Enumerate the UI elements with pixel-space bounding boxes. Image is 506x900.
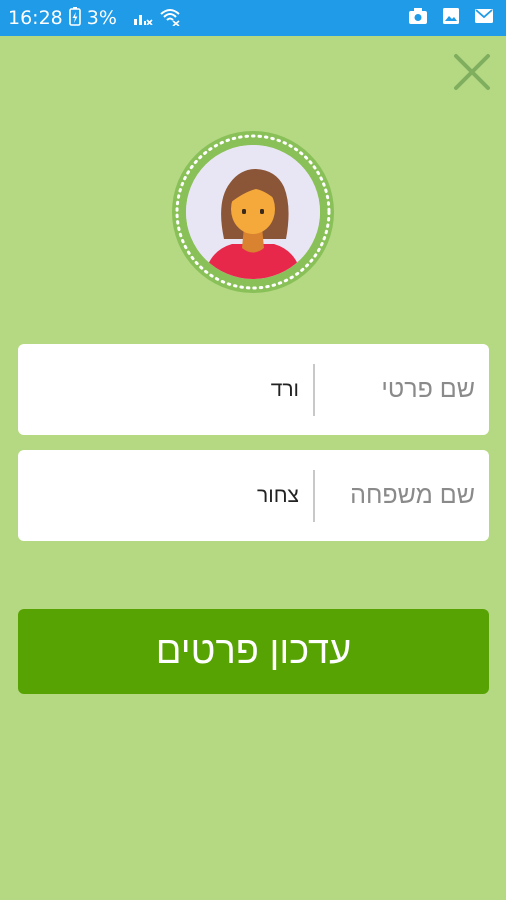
female-user-icon — [186, 145, 320, 279]
status-right — [408, 7, 494, 30]
field-divider — [313, 469, 315, 522]
charging-battery-icon — [68, 6, 81, 31]
last-name-input[interactable] — [18, 483, 313, 508]
first-name-label: שם פרטי — [381, 375, 475, 403]
update-details-button[interactable]: עדכון פרטים — [18, 609, 489, 694]
battery-percent: 3% — [86, 7, 117, 29]
last-name-label: שם משפחה — [350, 481, 475, 509]
first-name-field[interactable]: שם פרטי — [18, 344, 489, 435]
avatar[interactable] — [172, 131, 334, 293]
field-divider — [313, 363, 315, 416]
close-button[interactable] — [452, 52, 492, 92]
close-icon[interactable] — [452, 52, 492, 92]
status-bar: 16:28 3% — [0, 0, 506, 36]
mail-notification-icon — [474, 7, 494, 30]
avatar-image — [186, 145, 320, 279]
signal-icon — [133, 7, 153, 30]
status-left: 16:28 3% — [8, 6, 181, 31]
wifi-icon — [159, 6, 181, 31]
status-time: 16:28 — [8, 7, 63, 29]
camera-notification-icon — [408, 7, 428, 30]
last-name-field[interactable]: שם משפחה — [18, 450, 489, 541]
first-name-input[interactable] — [18, 377, 313, 402]
image-notification-icon — [442, 7, 460, 30]
